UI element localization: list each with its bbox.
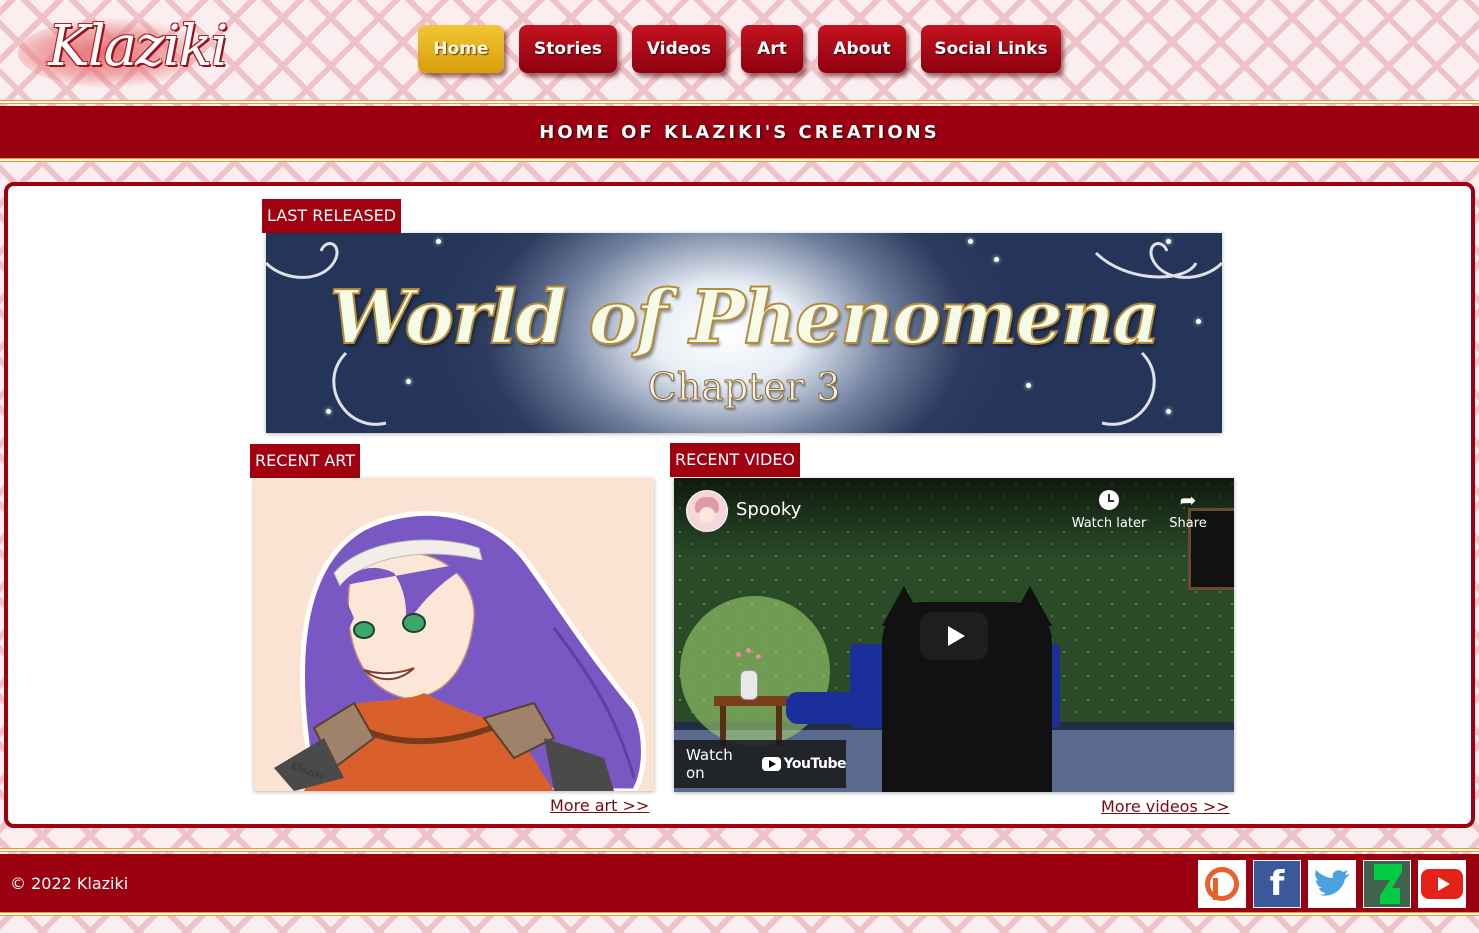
anime-girl-illustration: Klaziki <box>274 510 646 791</box>
play-button[interactable] <box>920 612 988 660</box>
nav-art[interactable]: Art <box>741 25 803 73</box>
more-art-link[interactable]: More art >> <box>550 796 649 815</box>
last-released-tag: LAST RELEASED <box>262 199 402 233</box>
footer-trim-top <box>0 848 1479 852</box>
patreon-icon[interactable] <box>1198 860 1246 908</box>
band-trim-bottom <box>0 158 1479 162</box>
recent-art-image[interactable]: Klaziki <box>254 478 654 791</box>
last-released-banner[interactable]: World of Phenomena Chapter 3 <box>266 233 1222 433</box>
deviantart-icon[interactable] <box>1363 860 1411 908</box>
band-trim-top <box>0 100 1479 104</box>
play-icon <box>947 626 965 646</box>
share-icon: ➦ <box>1179 488 1197 512</box>
recent-video-tag: RECENT VIDEO <box>670 443 801 477</box>
youtube-embed[interactable]: Spooky Watch later ➦ Share Watch on YouT… <box>674 478 1234 792</box>
nav-about[interactable]: About <box>818 25 906 73</box>
page-title: HOME OF KLAZIKI'S CREATIONS <box>539 121 940 143</box>
video-title[interactable]: Spooky <box>736 499 801 520</box>
more-videos-link[interactable]: More videos >> <box>1101 797 1230 816</box>
banner-subtitle: Chapter 3 <box>647 365 841 410</box>
nav-stories[interactable]: Stories <box>519 25 617 73</box>
watch-later-button[interactable]: Watch later <box>1070 490 1148 531</box>
title-band: HOME OF KLAZIKI'S CREATIONS <box>0 100 1479 164</box>
nav-home[interactable]: Home <box>418 25 504 73</box>
content-panel: LAST RELEASED World of Phenomena Chapter… <box>4 182 1475 828</box>
copyright-text: © 2022 Klaziki <box>10 874 129 893</box>
title-bar: HOME OF KLAZIKI'S CREATIONS <box>0 106 1479 158</box>
main-nav: Home Stories Videos Art About Social Lin… <box>0 25 1479 75</box>
youtube-icon[interactable] <box>1418 860 1466 908</box>
banner-title: World of Phenomena <box>329 274 1162 362</box>
channel-avatar[interactable] <box>686 490 728 532</box>
share-button[interactable]: ➦ Share <box>1160 490 1216 531</box>
footer-trim-bottom <box>0 912 1479 916</box>
youtube-logo-icon <box>761 757 781 771</box>
recent-art-tag: RECENT ART <box>250 444 361 478</box>
twitter-icon[interactable] <box>1308 860 1356 908</box>
nav-videos[interactable]: Videos <box>632 25 726 73</box>
facebook-icon[interactable]: f <box>1253 860 1301 908</box>
footer: © 2022 Klaziki f <box>0 846 1479 920</box>
clock-icon <box>1099 490 1119 510</box>
watch-on-youtube-button[interactable]: Watch on YouTube <box>674 740 847 788</box>
nav-social-links[interactable]: Social Links <box>921 25 1061 73</box>
